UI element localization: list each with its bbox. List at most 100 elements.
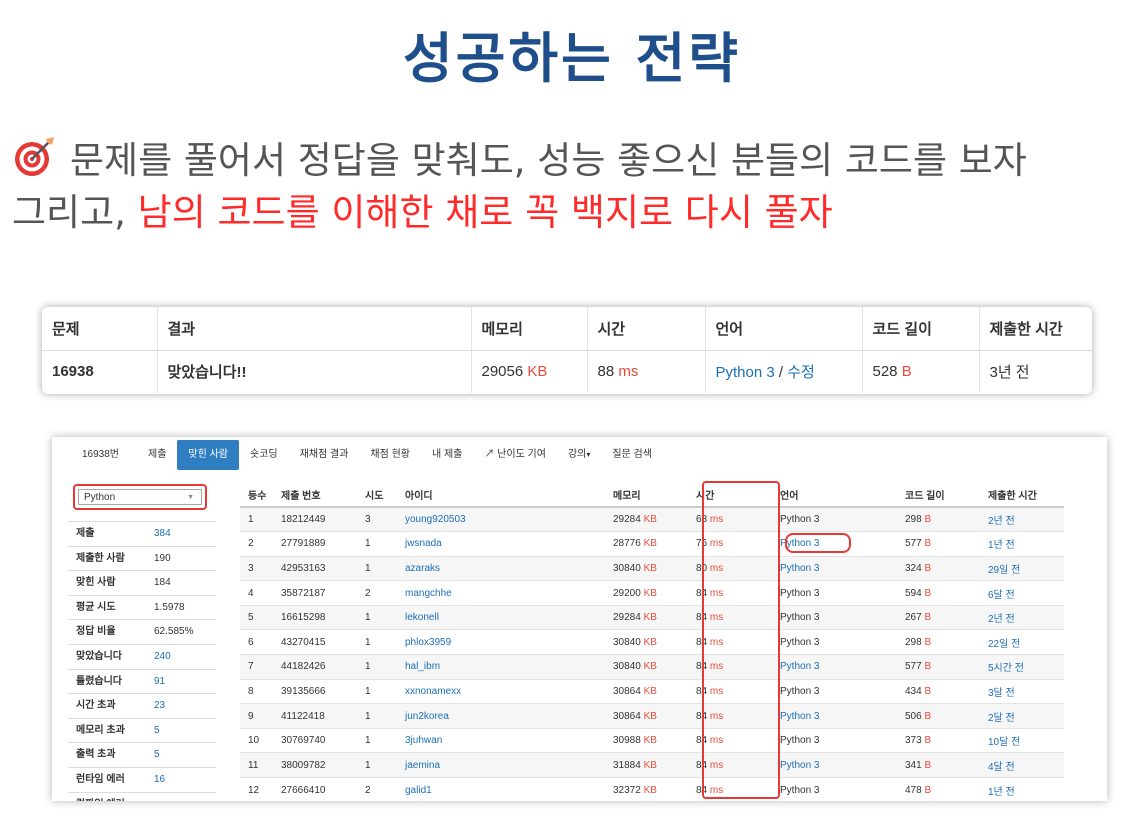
user-link[interactable]: jwsnada [397,531,605,557]
ranking-row: 6 43270415 1 phlox3959 30840 KB 84 ms Python 3… [240,629,1064,655]
stat-value[interactable]: 23 [154,694,165,718]
language-cell[interactable]: Python 3 [772,555,897,581]
user-link[interactable]: azaraks [397,555,605,581]
language-cell-highlight [785,533,851,553]
submitted-time-link[interactable]: 1년 전 [980,777,1064,801]
submitted-time-link[interactable]: 5시간 전 [980,654,1064,680]
submitted-time-link[interactable]: 6달 전 [980,580,1064,606]
code-length-value: 528 [872,363,898,381]
stat-row: 맞았습니다 240 [68,643,216,669]
problem-link[interactable]: 16938 [42,350,158,393]
rank-cell: 8 [240,678,273,704]
rank-header-memory: 메모리 [605,483,688,508]
stat-value[interactable]: 16 [154,768,165,792]
submission-id-cell: 39135666 [273,678,357,704]
submitted-time-link[interactable]: 2년 전 [980,604,1064,630]
language-cell[interactable]: Python 3 [772,703,897,729]
tab-rejudge[interactable]: 재채점 결과 [289,440,360,470]
tab-question-search[interactable]: 질문 검색 [601,440,663,470]
tab-accepted-users[interactable]: 맞힌 사람 [177,440,240,470]
tab-status[interactable]: 채점 현황 [359,440,421,470]
submitted-time-link[interactable]: 10달 전 [980,727,1064,753]
language-cell[interactable]: Python 3 [772,654,897,680]
memory-value: 30840 [613,661,641,673]
stat-label: 평균 시도 [76,601,116,613]
submitted-time-link[interactable]: 29일 전 [980,555,1064,581]
code-length-cell: 324 B [897,555,980,581]
intro-line-1-text: 문제를 풀어서 정답을 맞춰도, 성능 좋으신 분들의 코드를 보자 [70,139,1027,182]
submission-id-cell: 44182426 [273,654,357,680]
tries-cell: 1 [357,654,397,680]
tab-lecture[interactable]: 강의▾ [557,440,601,470]
stat-label: 맞힌 사람 [76,577,116,589]
submitted-time-link[interactable]: 22일 전 [980,629,1064,655]
submission-id-cell: 27791889 [273,531,357,557]
user-link[interactable]: xxnonamexx [397,678,605,704]
tab-submit[interactable]: 제출 [137,440,177,470]
submitted-time-link[interactable]: 2달 전 [980,703,1064,729]
intro-line-2-highlight: 남의 코드를 이해한 채로 꼭 백지로 다시 풀자 [137,191,833,234]
tab-difficulty[interactable]: ↗ 난이도 기여 [473,440,557,470]
stat-label: 틀렸습니다 [76,675,122,687]
stat-value[interactable]: 240 [154,645,171,669]
rank-cell: 6 [240,629,273,655]
user-link[interactable]: lekonell [397,604,605,630]
user-link[interactable]: young920503 [397,506,605,532]
stat-row: 출력 초과 5 [68,742,216,767]
user-link[interactable]: hal_ibm [397,654,605,680]
language-cell: Python 3 [772,506,897,532]
tab-problem[interactable]: 16938번 [52,440,137,470]
tab-my-submissions[interactable]: 내 제출 [421,440,473,470]
intro-line-2-plain: 그리고, [12,191,138,234]
problem-stats: 제출 384 제출한 사람 190 맞힌 사람 184 평균 시도 1.5978 정답 비율 62… [68,521,216,801]
tries-cell: 2 [357,777,397,801]
submitted-time-link[interactable]: 3달 전 [980,678,1064,704]
header-submitted: 제출한 시간 [979,307,1092,351]
submitted-link[interactable]: 3년 전 [979,350,1092,393]
header-language: 언어 [705,307,863,351]
ranking-header-row: 등수 제출 번호 시도 아이디 메모리 시간 언어 코드 길이 제출한 시간 [240,483,1064,508]
memory-cell: 30840 KB [605,555,688,581]
ranking-row: 7 44182426 1 hal_ibm 30840 KB 84 ms Python 3 57… [240,654,1064,680]
ranking-row: 2 27791889 1 jwsnada 28776 KB 76 ms Python 3 57… [240,531,1064,557]
memory-cell: 29284 KB [605,506,688,532]
user-link[interactable]: mangchhe [397,580,605,606]
language-filter-select[interactable]: Python ▼ [78,489,202,505]
code-length-value: 298 [905,514,922,526]
memory-unit: KB [643,612,657,624]
user-link[interactable]: jun2korea [397,703,605,729]
stat-value[interactable]: 384 [154,522,171,546]
edit-link[interactable]: 수정 [787,364,815,381]
stat-row: 시간 초과 23 [68,693,216,718]
submitted-time-link[interactable]: 4달 전 [980,752,1064,778]
language-link[interactable]: Python 3 [716,364,775,381]
submitted-time-link[interactable]: 2년 전 [980,506,1064,532]
stat-row: 틀렸습니다 91 [68,668,216,694]
rank-cell: 1 [240,506,273,532]
stat-value[interactable]: 91 [154,670,165,694]
memory-unit: KB [643,661,657,673]
submission-id-cell: 41122418 [273,703,357,729]
user-link[interactable]: jaemina [397,752,605,778]
code-length-unit: B [924,784,932,796]
user-link[interactable]: 3juhwan [397,727,605,753]
ranking-row: 3 42953163 1 azaraks 30840 KB 80 ms Python 3 32… [240,555,1064,581]
stat-value: 190 [154,552,171,564]
language-cell[interactable]: Python 3 [772,752,897,778]
user-link[interactable]: phlox3959 [397,629,605,655]
memory-unit: KB [643,710,657,722]
stat-value[interactable]: 5 [154,743,160,767]
user-link[interactable]: galid1 [397,777,605,801]
submission-id-cell: 43270415 [273,629,357,655]
submitted-time-link[interactable]: 1년 전 [980,531,1064,557]
code-length-unit: B [924,685,932,697]
tab-short-coding[interactable]: 숏코딩 [239,440,289,470]
code-length-value: 298 [905,636,922,648]
memory-value: 29056 [481,363,524,381]
memory-cell: 32372 KB [605,777,688,801]
memory-cell: 30864 KB [605,678,688,704]
stat-value[interactable]: 5 [154,719,160,743]
code-length-unit: B [924,735,932,747]
tab-lecture-label: 강의 [567,449,587,460]
stat-value: 1.5978 [154,601,185,613]
